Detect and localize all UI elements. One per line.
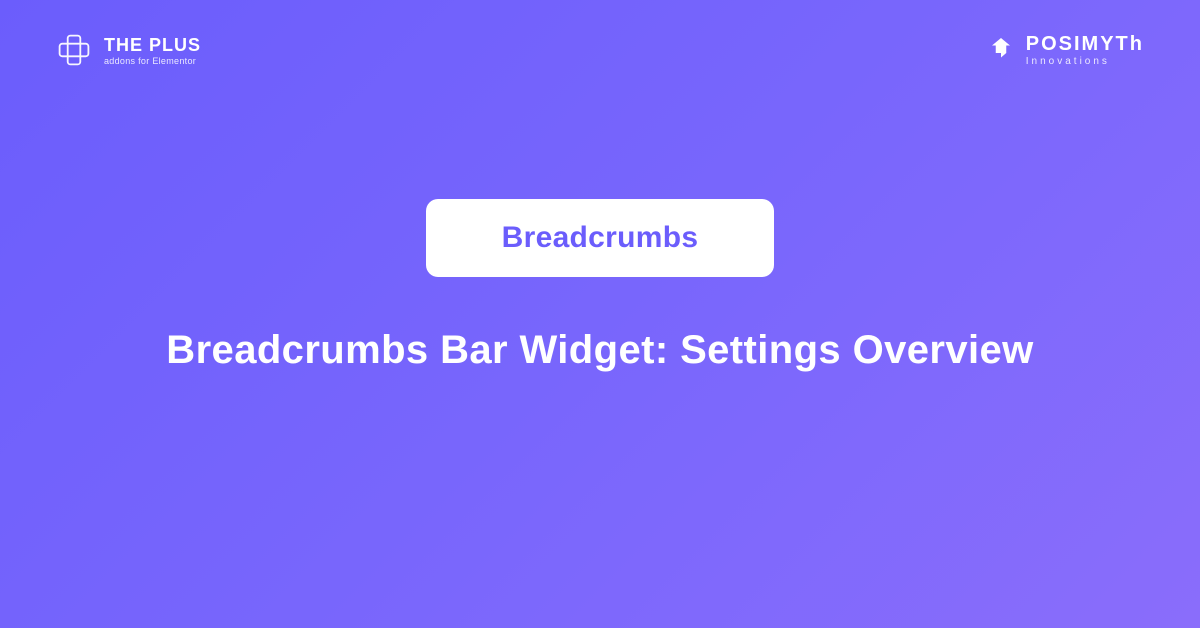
the-plus-title: THE PLUS [104,35,201,56]
posimyth-title: POSIMYTh [1026,33,1144,56]
posimyth-logo: POSIMYTh Innovations [986,33,1144,67]
center-content: Breadcrumbs Breadcrumbs Bar Widget: Sett… [0,199,1200,379]
posimyth-icon [986,35,1016,65]
the-plus-icon [56,32,92,68]
posimyth-subtitle: Innovations [1026,56,1144,67]
header: THE PLUS addons for Elementor POSIMYTh I… [0,32,1200,68]
the-plus-logo: THE PLUS addons for Elementor [56,32,201,68]
the-plus-subtitle: addons for Elementor [104,56,201,66]
category-badge: Breadcrumbs [426,199,775,277]
page-title: Breadcrumbs Bar Widget: Settings Overvie… [166,321,1033,379]
the-plus-text: THE PLUS addons for Elementor [104,35,201,66]
posimyth-text: POSIMYTh Innovations [1026,33,1144,67]
